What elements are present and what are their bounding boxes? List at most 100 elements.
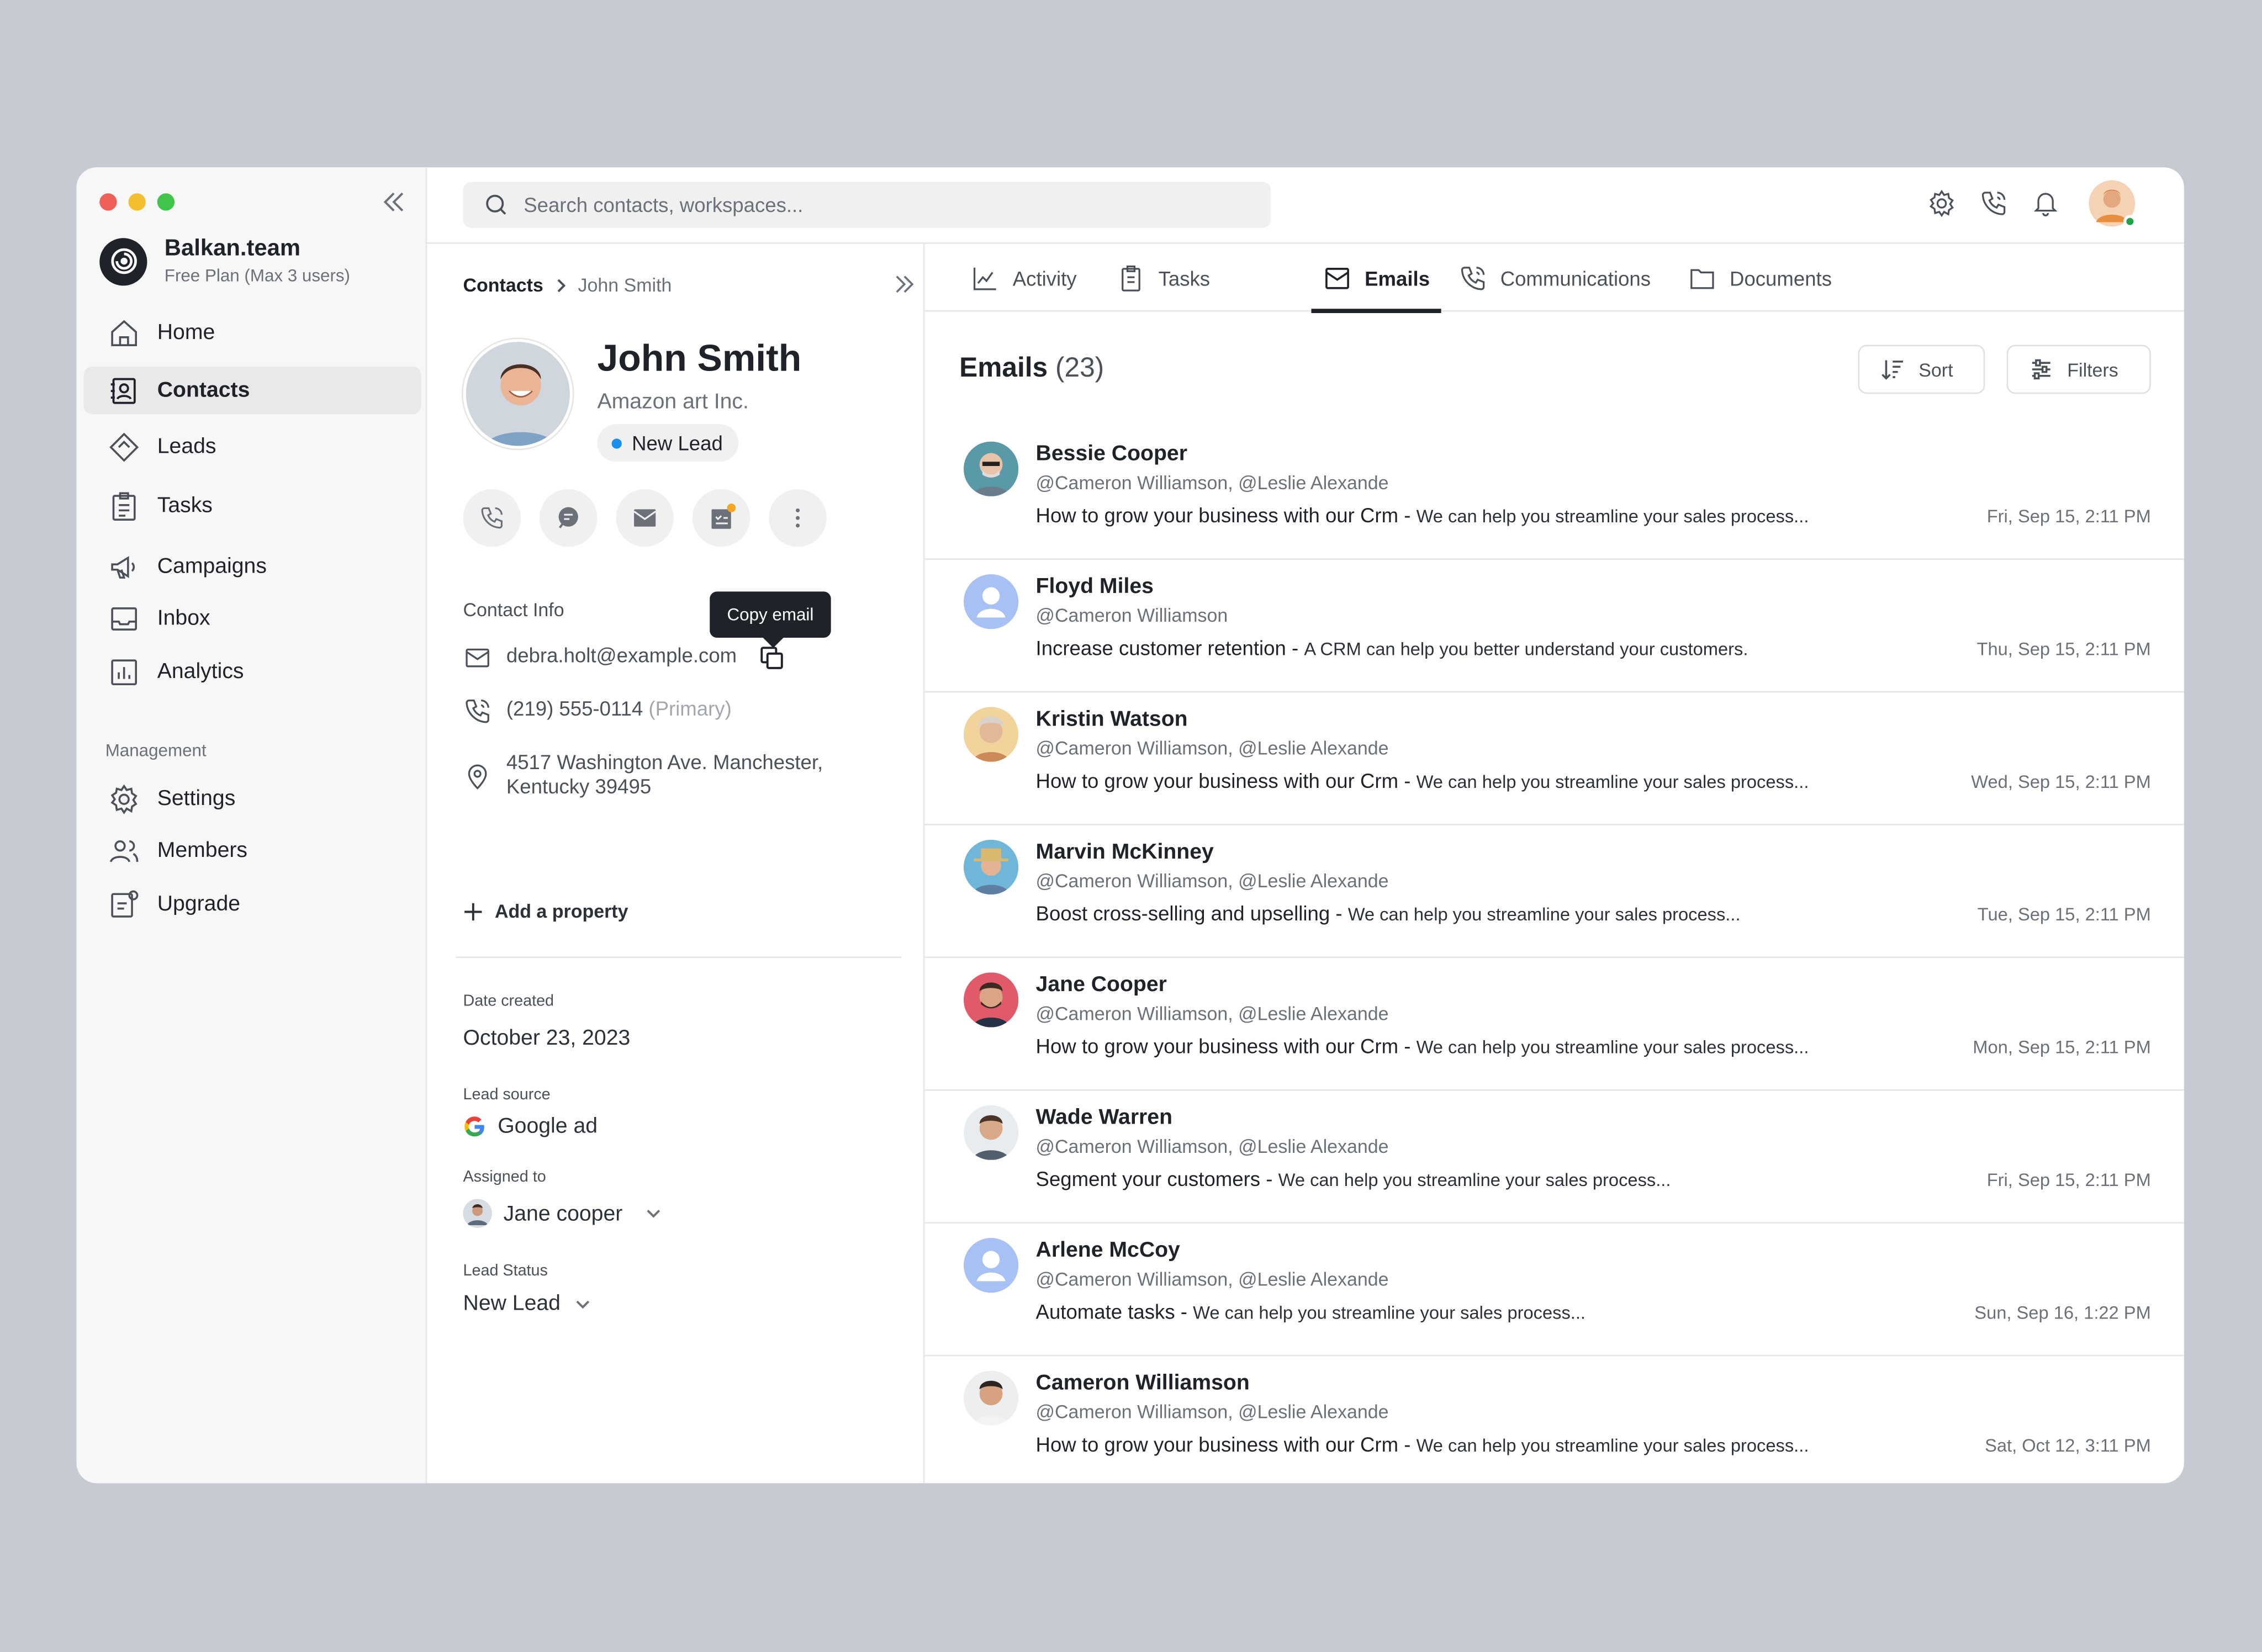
gear-icon[interactable]	[1927, 189, 1956, 218]
sidebar-item-inbox[interactable]: Inbox	[84, 595, 421, 642]
email-preview: We can help you streamline your sales pr…	[1416, 772, 1809, 792]
search-icon	[486, 194, 506, 215]
tab-activity[interactable]: Activity	[971, 244, 1077, 312]
breadcrumb-contacts[interactable]: Contacts	[463, 274, 543, 295]
lead-source-label: Lead source	[463, 1086, 551, 1104]
contact-email[interactable]: debra.holt@example.com	[506, 643, 737, 666]
minimize-window-button[interactable]	[128, 193, 146, 211]
email-button[interactable]	[616, 489, 674, 547]
chevron-down-icon	[575, 1300, 589, 1308]
add-property-label: Add a property	[494, 900, 628, 922]
tab-documents[interactable]: Documents	[1688, 244, 1832, 312]
email-recipients: @Cameron Williamson, @Leslie Alexande	[1035, 1003, 1389, 1025]
phone-icon	[1461, 266, 1485, 290]
email-subject: Boost cross-selling and upselling	[1035, 902, 1330, 925]
add-property-button[interactable]: Add a property	[463, 901, 628, 922]
filters-icon	[2032, 359, 2050, 380]
divider	[456, 956, 902, 959]
online-status-dot	[2123, 215, 2137, 228]
collapse-sidebar-icon[interactable]	[379, 188, 408, 216]
brand-logo-icon	[99, 237, 147, 285]
sidebar-item-members[interactable]: Members	[84, 827, 421, 874]
assigned-to-select[interactable]: Jane cooper	[463, 1199, 663, 1228]
filters-button[interactable]: Filters	[2006, 345, 2151, 394]
message-button[interactable]	[539, 489, 598, 547]
search-input[interactable]	[524, 193, 1217, 216]
add-task-button[interactable]	[692, 489, 751, 547]
sidebar-item-upgrade[interactable]: Upgrade	[84, 880, 421, 928]
bell-icon[interactable]	[2031, 189, 2060, 218]
sidebar-item-tasks[interactable]: Tasks	[84, 482, 421, 530]
contact-phone[interactable]: (219) 555-0114	[506, 697, 643, 720]
maximize-window-button[interactable]	[157, 193, 175, 211]
email-date: Tue, Sep 15, 2:11 PM	[1977, 904, 2151, 925]
window-controls	[99, 193, 175, 211]
megaphone-icon	[111, 555, 135, 578]
sidebar-item-settings[interactable]: Settings	[84, 775, 421, 822]
email-row[interactable]: Bessie Cooper @Cameron Williamson, @Lesl…	[924, 427, 2184, 560]
phone-icon	[481, 507, 503, 529]
more-options-button[interactable]	[769, 489, 827, 547]
contact-address-line1: 4517 Washington Ave. Manchester,	[506, 750, 823, 774]
mail-icon	[466, 648, 489, 668]
email-sender: Kristin Watson	[1035, 707, 1188, 732]
contact-email-row: debra.holt@example.com	[463, 643, 786, 672]
sidebar-item-home[interactable]: Home	[84, 309, 421, 356]
chat-icon	[558, 507, 578, 528]
sort-icon	[1882, 360, 1904, 380]
emails-count: (23)	[1055, 353, 1104, 384]
status-badge: New Lead	[597, 424, 739, 462]
email-preview: We can help you streamline your sales pr…	[1193, 1302, 1586, 1323]
sidebar-item-campaigns[interactable]: Campaigns	[84, 543, 421, 590]
status-badge-label: New Lead	[632, 431, 723, 455]
sidebar-item-contacts[interactable]: Contacts	[83, 366, 421, 414]
expand-panel-icon[interactable]	[891, 271, 917, 297]
members-icon	[109, 839, 139, 862]
email-row[interactable]: Kristin Watson @Cameron Williamson, @Les…	[924, 692, 2184, 825]
contact-company: Amazon art Inc.	[597, 389, 749, 414]
email-sender: Marvin McKinney	[1035, 839, 1214, 865]
tab-emails[interactable]: Emails	[1311, 244, 1442, 314]
close-window-button[interactable]	[99, 193, 117, 211]
sort-button[interactable]: Sort	[1858, 345, 1985, 394]
emails-panel: Activity Tasks Emails Communications Doc…	[924, 244, 2184, 1484]
sender-avatar	[963, 972, 1019, 1028]
user-avatar[interactable]	[2089, 180, 2137, 228]
email-preview: We can help you streamline your sales pr…	[1278, 1170, 1671, 1190]
sidebar-item-analytics[interactable]: Analytics	[84, 648, 421, 695]
filters-label: Filters	[2067, 358, 2118, 380]
email-row[interactable]: Jane Cooper @Cameron Williamson, @Leslie…	[924, 958, 2184, 1091]
email-subject: How to grow your business with our Crm	[1035, 1034, 1399, 1058]
email-subject-line: Segment your customers - We can help you…	[1035, 1167, 1671, 1190]
sidebar-item-label: Analytics	[157, 659, 244, 684]
email-row[interactable]: Cameron Williamson @Cameron Williamson, …	[924, 1356, 2184, 1483]
brand-plan: Free Plan (Max 3 users)	[164, 265, 351, 286]
email-preview: We can help you streamline your sales pr…	[1416, 1436, 1809, 1456]
email-subject-line: How to grow your business with our Crm -…	[1035, 503, 1809, 527]
email-recipients: @Cameron Williamson, @Leslie Alexande	[1035, 1401, 1389, 1423]
lead-status-select[interactable]: New Lead	[463, 1291, 593, 1316]
call-button[interactable]	[463, 489, 521, 547]
sidebar-item-label: Home	[157, 320, 215, 345]
email-recipients: @Cameron Williamson	[1035, 604, 1228, 627]
lead-status-value: New Lead	[463, 1291, 561, 1316]
email-icon	[1325, 267, 1349, 289]
email-row[interactable]: Wade Warren @Cameron Williamson, @Leslie…	[924, 1091, 2184, 1224]
tab-communications[interactable]: Communications	[1458, 244, 1651, 312]
email-recipients: @Cameron Williamson, @Leslie Alexande	[1035, 737, 1389, 759]
sidebar-item-leads[interactable]: Leads	[84, 423, 421, 470]
email-row[interactable]: Arlene McCoy @Cameron Williamson, @Lesli…	[924, 1224, 2184, 1357]
copy-icon[interactable]	[757, 643, 786, 672]
search-bar[interactable]	[463, 182, 1271, 228]
upgrade-icon	[111, 889, 139, 917]
tasks-icon	[112, 491, 136, 520]
phone-icon[interactable]	[1979, 189, 2008, 218]
email-recipients: @Cameron Williamson, @Leslie Alexande	[1035, 870, 1389, 892]
sender-avatar	[963, 441, 1019, 496]
email-row[interactable]: Floyd Miles @Cameron Williamson Increase…	[924, 560, 2184, 693]
management-section-title: Management	[105, 740, 207, 761]
email-row[interactable]: Marvin McKinney @Cameron Williamson, @Le…	[924, 825, 2184, 959]
tab-tasks[interactable]: Tasks	[1117, 244, 1210, 312]
sender-avatar-placeholder	[963, 574, 1019, 629]
copy-email-tooltip: Copy email	[710, 591, 831, 638]
